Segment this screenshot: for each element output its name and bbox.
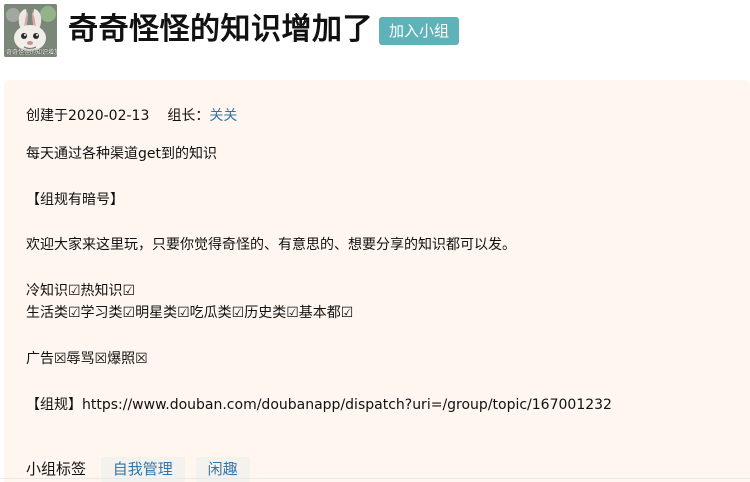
join-group-button[interactable]: 加入小组 bbox=[379, 17, 459, 45]
group-meta: 创建于2020-02-13 组长：关关 bbox=[26, 106, 237, 126]
description-line-4: 冷知识☑热知识☑ bbox=[26, 283, 136, 299]
description-line-3: 欢迎大家来这里玩，只要你觉得奇怪的、有意思的、想要分享的知识都可以发。 bbox=[26, 237, 516, 253]
group-avatar: 奇奇怪怪的知识增加了 bbox=[4, 4, 57, 57]
created-date: 2020-02-13 bbox=[68, 108, 150, 124]
group-title: 奇奇怪怪的知识增加了 bbox=[68, 12, 373, 47]
description-line-6: 广告☒辱骂☒爆照☒ bbox=[26, 351, 148, 367]
owner-link[interactable]: 关关 bbox=[209, 108, 237, 124]
created-label: 创建于 bbox=[26, 108, 68, 124]
group-header: 奇奇怪怪的知识增加了 奇奇怪怪的知识增加了 加入小组 bbox=[0, 0, 750, 68]
group-info-card: 创建于2020-02-13 组长：关关 每天通过各种渠道get到的知识 【组规有暗… bbox=[4, 80, 750, 482]
description-rules-link-line: 【组规】https://www.douban.com/doubanapp/dis… bbox=[26, 397, 612, 413]
owner-label: 组长： bbox=[167, 108, 210, 124]
bottom-divider bbox=[0, 478, 750, 479]
description-line-2: 【组规有暗号】 bbox=[26, 192, 124, 208]
group-page: 奇奇怪怪的知识增加了 奇奇怪怪的知识增加了 加入小组 创建于2020-02-13… bbox=[0, 0, 750, 482]
avatar-caption: 奇奇怪怪的知识增加了 bbox=[6, 49, 57, 56]
description-line-5: 生活类☑学习类☑明星类☑吃瓜类☑历史类☑基本都☑ bbox=[26, 305, 354, 321]
description-line-1: 每天通过各种渠道get到的知识 bbox=[26, 146, 217, 162]
